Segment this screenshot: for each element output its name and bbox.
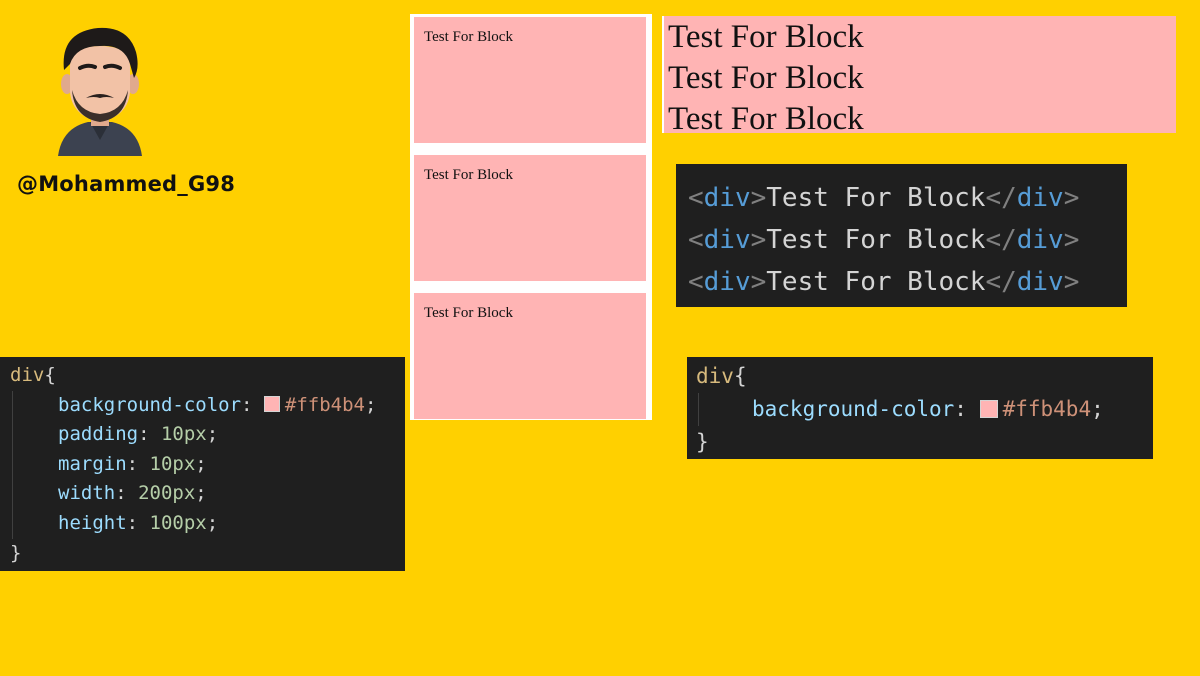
- open-brace: {: [44, 364, 56, 386]
- avatar-illustration: [58, 27, 142, 156]
- code-line: width: 200px;: [10, 479, 405, 509]
- css-value: #ffb4b4: [284, 393, 365, 416]
- author-handle: @Mohammed_G98: [17, 172, 236, 196]
- css-property: padding: [58, 423, 139, 446]
- tag-bracket: >: [750, 267, 767, 297]
- tag-name: div: [1016, 267, 1064, 297]
- css-full-code-panel: div{ background-color: #ffb4b4; padding:…: [0, 357, 405, 571]
- css-property: width: [58, 482, 116, 505]
- tag-bracket: >: [1063, 267, 1080, 297]
- code-line: }: [696, 426, 1153, 459]
- css-value: 10px: [149, 452, 196, 475]
- color-swatch-icon: [979, 400, 998, 418]
- tag-bracket: >: [1063, 183, 1080, 213]
- block-line: Test For Block: [668, 101, 864, 137]
- tag-name: div: [1016, 225, 1064, 255]
- preview-box: Test For Block: [414, 17, 646, 143]
- css-selector: div: [10, 364, 45, 386]
- css-value: 200px: [138, 482, 196, 505]
- tag-bracket: </: [985, 183, 1017, 213]
- css-property: margin: [58, 452, 127, 475]
- code-line: height: 100px;: [10, 508, 405, 539]
- tag-bracket: </: [985, 267, 1017, 297]
- tag-bracket: >: [750, 183, 767, 213]
- tag-bracket: <: [688, 267, 704, 297]
- block-preview-panel: Test For Block Test For Block Test For B…: [410, 14, 652, 420]
- code-line: padding: 10px;: [10, 420, 405, 450]
- tag-name: div: [1016, 183, 1064, 213]
- tag-bracket: >: [1063, 225, 1080, 255]
- default-block-preview: Test For Block Test For Block Test For B…: [662, 16, 1176, 137]
- tag-name: div: [703, 267, 751, 297]
- tag-text: Test For Block: [766, 225, 986, 255]
- css-property: background-color: [752, 397, 955, 421]
- block-line: Test For Block: [668, 60, 864, 96]
- close-brace: }: [10, 541, 22, 564]
- code-line: background-color: #ffb4b4;: [10, 390, 405, 421]
- tag-bracket: <: [688, 225, 704, 255]
- tag-text: Test For Block: [766, 183, 986, 213]
- code-line: <div>Test For Block</div>: [688, 261, 1127, 303]
- tag-name: div: [703, 183, 751, 213]
- block-line: Test For Block: [668, 19, 864, 55]
- code-line: <div>Test For Block</div>: [688, 177, 1127, 219]
- tag-text: Test For Block: [766, 267, 986, 297]
- html-code-panel: <div>Test For Block</div> <div>Test For …: [676, 164, 1127, 307]
- code-line: div{: [10, 361, 405, 391]
- css-property: background-color: [58, 393, 242, 416]
- code-line: }: [10, 539, 405, 569]
- css-property: height: [58, 511, 127, 534]
- close-brace: }: [696, 430, 709, 454]
- tag-bracket: >: [750, 225, 767, 255]
- tag-name: div: [703, 225, 751, 255]
- css-value: 100px: [149, 511, 207, 534]
- css-value: #ffb4b4: [1002, 397, 1092, 421]
- css-selector: div: [696, 364, 734, 388]
- open-brace: {: [733, 364, 747, 388]
- color-swatch-icon: [263, 395, 280, 412]
- css-value: 10px: [160, 423, 207, 446]
- tag-bracket: <: [688, 183, 704, 213]
- css-short-code-panel: div{ background-color: #ffb4b4; }: [687, 357, 1153, 459]
- code-line: background-color: #ffb4b4;: [696, 393, 1153, 426]
- avatar: [50, 22, 150, 162]
- preview-box: Test For Block: [414, 155, 646, 281]
- preview-box: Test For Block: [414, 293, 646, 419]
- tag-bracket: </: [985, 225, 1017, 255]
- code-line: margin: 10px;: [10, 449, 405, 480]
- code-line: div{: [696, 360, 1153, 393]
- code-line: <div>Test For Block</div>: [688, 219, 1127, 261]
